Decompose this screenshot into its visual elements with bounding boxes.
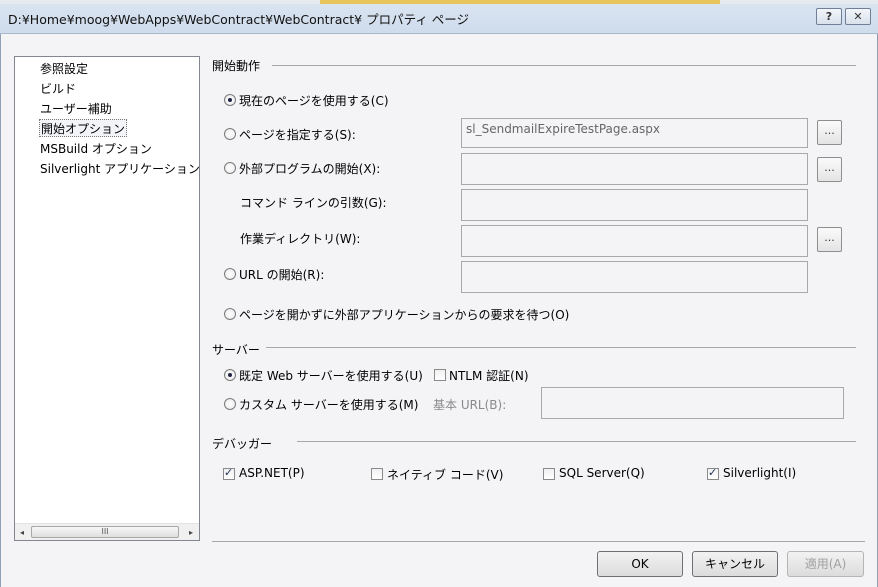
radio-external-program[interactable]	[224, 162, 236, 174]
ntlm-label[interactable]: NTLM 認証(N)	[449, 367, 529, 384]
debugger-separator	[297, 441, 856, 442]
aspnet-label[interactable]: ASP.NET(P)	[239, 466, 305, 480]
specific-page-label[interactable]: ページを指定する(S):	[239, 126, 356, 143]
working-dir-browse-button[interactable]: ...	[817, 227, 842, 252]
category-item-silverlight[interactable]: Silverlight アプリケーション	[40, 160, 199, 178]
external-program-browse-button[interactable]: ...	[817, 157, 842, 182]
radio-default-web-server[interactable]	[224, 369, 236, 381]
apply-button[interactable]: 適用(A)	[787, 551, 864, 577]
external-program-input[interactable]	[461, 153, 808, 185]
native-code-label[interactable]: ネイティブ コード(V)	[387, 466, 503, 483]
footer-separator	[212, 541, 865, 542]
silverlight-checkbox[interactable]	[707, 466, 719, 480]
working-dir-input[interactable]	[461, 225, 808, 257]
native-code-checkbox[interactable]	[371, 468, 383, 480]
cmdline-args-input[interactable]	[461, 189, 808, 221]
radio-custom-server[interactable]	[224, 398, 236, 410]
default-web-server-label[interactable]: 既定 Web サーバーを使用する(U)	[239, 367, 423, 384]
ok-button[interactable]: OK	[597, 551, 683, 577]
specific-page-browse-button[interactable]: ...	[817, 120, 842, 145]
scroll-right-icon[interactable]: ▸	[189, 528, 193, 537]
ntlm-checkbox[interactable]	[434, 369, 446, 381]
aspnet-checkbox[interactable]	[223, 466, 235, 480]
wait-external-label[interactable]: ページを開かずに外部アプリケーションからの要求を待つ(O)	[239, 306, 569, 323]
category-item-build[interactable]: ビルド	[40, 80, 76, 98]
silverlight-label[interactable]: Silverlight(I)	[723, 466, 796, 480]
sql-server-label[interactable]: SQL Server(Q)	[559, 466, 645, 480]
radio-start-url[interactable]	[224, 268, 236, 280]
server-separator	[266, 347, 856, 348]
scroll-thumb[interactable]: III	[31, 526, 179, 538]
current-page-label[interactable]: 現在のページを使用する(C)	[239, 92, 389, 109]
help-button[interactable]: ?	[816, 8, 842, 25]
cancel-button[interactable]: キャンセル	[692, 551, 778, 577]
debugger-heading: デバッガー	[212, 437, 273, 451]
horizontal-scrollbar[interactable]: ◂ III ▸	[15, 523, 199, 540]
base-url-input[interactable]	[541, 387, 844, 419]
sql-server-checkbox[interactable]	[543, 468, 555, 480]
start-action-separator	[272, 65, 856, 66]
category-item-accessibility[interactable]: ユーザー補助	[40, 100, 112, 118]
cmdline-args-label: コマンド ラインの引数(G):	[240, 196, 387, 210]
category-list[interactable]: 参照設定 ビルド ユーザー補助 開始オプション MSBuild オプション Si…	[14, 56, 200, 541]
close-button[interactable]: ✕	[845, 8, 871, 25]
base-url-label: 基本 URL(B):	[433, 398, 507, 412]
category-item-start-options[interactable]: 開始オプション	[39, 119, 128, 137]
radio-specific-page[interactable]	[224, 128, 236, 140]
server-heading: サーバー	[212, 343, 260, 357]
window-title: D:¥Home¥moog¥WebApps¥WebContract¥WebCont…	[8, 12, 470, 27]
category-item-references[interactable]: 参照設定	[40, 60, 88, 78]
start-action-heading: 開始動作	[212, 59, 261, 73]
title-bar-accent	[320, 0, 720, 4]
radio-current-page[interactable]	[224, 94, 236, 106]
specific-page-input[interactable]: sl_SendmailExpireTestPage.aspx	[461, 118, 808, 148]
start-url-label[interactable]: URL の開始(R):	[239, 266, 324, 283]
title-bar: D:¥Home¥moog¥WebApps¥WebContract¥WebCont…	[0, 0, 878, 34]
start-url-input[interactable]	[461, 261, 808, 293]
category-item-msbuild[interactable]: MSBuild オプション	[40, 140, 152, 158]
custom-server-label[interactable]: カスタム サーバーを使用する(M)	[239, 396, 418, 413]
external-program-label[interactable]: 外部プログラムの開始(X):	[239, 160, 380, 177]
radio-wait-external[interactable]	[224, 308, 236, 320]
working-dir-label: 作業ディレクトリ(W):	[240, 232, 361, 246]
scroll-left-icon[interactable]: ◂	[20, 528, 24, 537]
